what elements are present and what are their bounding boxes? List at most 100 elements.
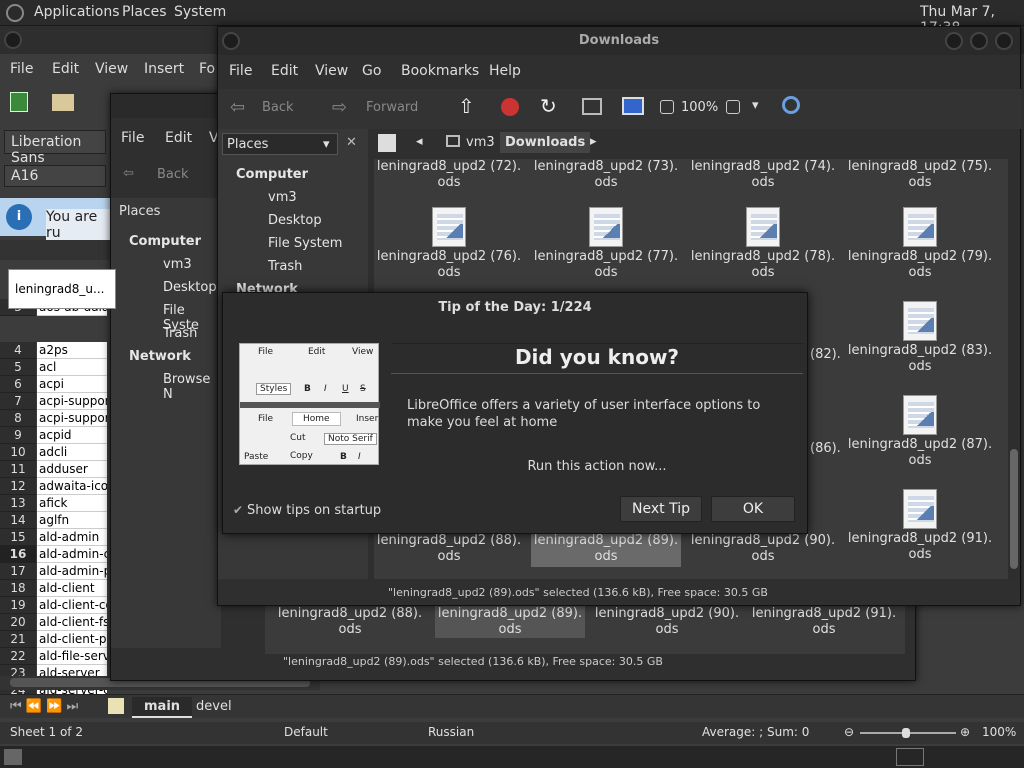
file-name-partial[interactable]: (82). [810,347,841,362]
cell[interactable]: a2ps [37,342,107,359]
cell[interactable]: acpid [37,427,107,444]
maximize-button[interactable] [970,32,988,50]
forward-button[interactable]: Forward [366,100,418,115]
stop-icon[interactable] [501,98,519,116]
zoom-out-icon[interactable]: ⊖ [844,725,854,739]
places-selector[interactable]: Places ▾ [222,133,338,155]
show-tips-label[interactable]: Show tips on startup [247,503,381,518]
row-header[interactable]: 13 [0,495,36,512]
run-action-link[interactable]: Run this action now... [391,459,803,474]
row-header[interactable]: 10 [0,444,36,461]
row-header[interactable]: 21 [0,631,36,648]
file-item[interactable]: leningrad8_upd2 (79). ods [845,207,995,281]
zoom-out-icon[interactable] [660,100,674,114]
file-item[interactable]: leningrad8_upd2 (83). ods [845,301,995,375]
reload-icon[interactable]: ↻ [540,94,557,118]
cell[interactable]: adwaita-icon [37,478,107,495]
menu-go[interactable]: Go [362,63,381,79]
sidebar-item-desktop[interactable]: Desktop [268,213,322,228]
distro-logo-icon[interactable] [6,4,24,22]
file-item[interactable]: leningrad8_upd2 (75). ods [845,159,995,191]
back-arrow-icon[interactable]: ⇦ [230,97,245,118]
file-item[interactable]: leningrad8_upd2 (74). ods [688,159,838,191]
cell[interactable]: ald-admin-p [37,563,107,580]
cell[interactable]: adcli [37,444,107,461]
row-header[interactable]: 9 [0,427,36,444]
row-header[interactable]: 12 [0,478,36,495]
first-sheet-icon[interactable]: ⏮ ⏪ ⏩ ⏭ [10,699,78,714]
sidebar-item-trash[interactable]: Trash [163,326,197,341]
menu-edit[interactable]: Edit [52,61,79,77]
edit-location-icon[interactable] [378,134,396,152]
back-arrow-icon[interactable]: ⇦ [123,166,134,181]
row-header[interactable]: 4 [0,342,36,359]
row-header[interactable]: 11 [0,461,36,478]
cell[interactable]: aglfn [37,512,107,529]
row-header[interactable]: 8 [0,410,36,427]
up-icon[interactable]: ⇧ [458,94,475,118]
zoom-slider[interactable] [860,728,956,738]
sidebar-item-desktop[interactable]: Desktop [163,280,217,295]
cell[interactable]: ald-client-pa [37,631,107,648]
path-right-icon[interactable]: ▸ [590,134,597,149]
computer-icon[interactable] [622,97,644,115]
row-header[interactable]: 16 [0,546,36,563]
places-menu[interactable]: Places [122,4,167,20]
sidebar-item-filesystem[interactable]: File System [268,236,342,251]
menu-edit[interactable]: Edit [165,130,192,146]
menu-view[interactable]: View [95,61,128,77]
minimize-button[interactable] [945,32,963,50]
ok-button[interactable]: OK [711,496,795,522]
file-item[interactable]: leningrad8_upd2 (91). ods [845,489,995,563]
sidebar-item-vm3[interactable]: vm3 [163,257,192,272]
zoom-in-icon[interactable] [726,100,740,114]
file-item[interactable]: leningrad8_upd2 (88). ods [275,606,425,638]
menu-file[interactable]: File [121,130,144,146]
file-item-selected[interactable]: leningrad8_upd2 (89). ods [531,531,681,567]
menu-edit[interactable]: Edit [271,63,298,79]
sheet-tab-main[interactable]: main [132,697,193,718]
row-header[interactable]: 19 [0,597,36,614]
menu-format[interactable]: Fo [199,61,215,77]
next-tip-button[interactable]: Next Tip [620,496,702,522]
forward-arrow-icon[interactable]: ⇨ [332,97,347,118]
language[interactable]: Russian [428,725,474,739]
cell[interactable]: ald-admin-c [37,546,107,563]
back-button[interactable]: Back [262,100,294,115]
menu-view[interactable]: View [315,63,348,79]
places-selector[interactable]: Places [119,204,160,219]
home-icon[interactable] [582,98,602,115]
add-sheet-icon[interactable] [108,698,124,714]
cell[interactable]: acpi-suppor [37,410,107,427]
window-menu-icon[interactable] [4,31,22,49]
cell[interactable]: acpi-suppor [37,393,107,410]
file-item[interactable]: leningrad8_upd2 (77). ods [531,207,681,281]
zoom-in-icon[interactable]: ⊕ [960,725,970,739]
sheet-tab-devel[interactable]: devel [196,699,232,714]
close-button[interactable] [995,32,1013,50]
menu-bookmarks[interactable]: Bookmarks [401,63,479,79]
file-name-partial[interactable]: (86). [810,441,841,456]
row-header[interactable]: 7 [0,393,36,410]
file-item[interactable]: leningrad8_upd2 (90). ods [592,606,742,638]
name-box[interactable]: A16 [4,165,106,187]
font-name-box[interactable]: Liberation Sans [4,130,106,166]
row-header[interactable]: 6 [0,376,36,393]
row-header[interactable]: 5 [0,359,36,376]
menu-file[interactable]: File [10,61,33,77]
search-icon[interactable] [782,96,800,114]
applications-menu[interactable]: Applications [34,4,120,20]
checkbox-icon[interactable]: ✔ [233,503,243,517]
row-header[interactable]: 17 [0,563,36,580]
cell[interactable]: acl [37,359,107,376]
zoom-slider-handle[interactable] [902,728,910,738]
menu-insert[interactable]: Insert [144,61,184,77]
row-header[interactable]: 18 [0,580,36,597]
file-item[interactable]: leningrad8_upd2 (76). ods [374,207,524,281]
cell[interactable]: ald-file-serve [37,648,107,665]
row-header[interactable]: 20 [0,614,36,631]
show-desktop-icon[interactable] [4,749,22,765]
file-item[interactable]: leningrad8_upd2 (88). ods [374,533,524,565]
cell[interactable]: acpi [37,376,107,393]
cell[interactable]: ald-client-fs [37,614,107,631]
